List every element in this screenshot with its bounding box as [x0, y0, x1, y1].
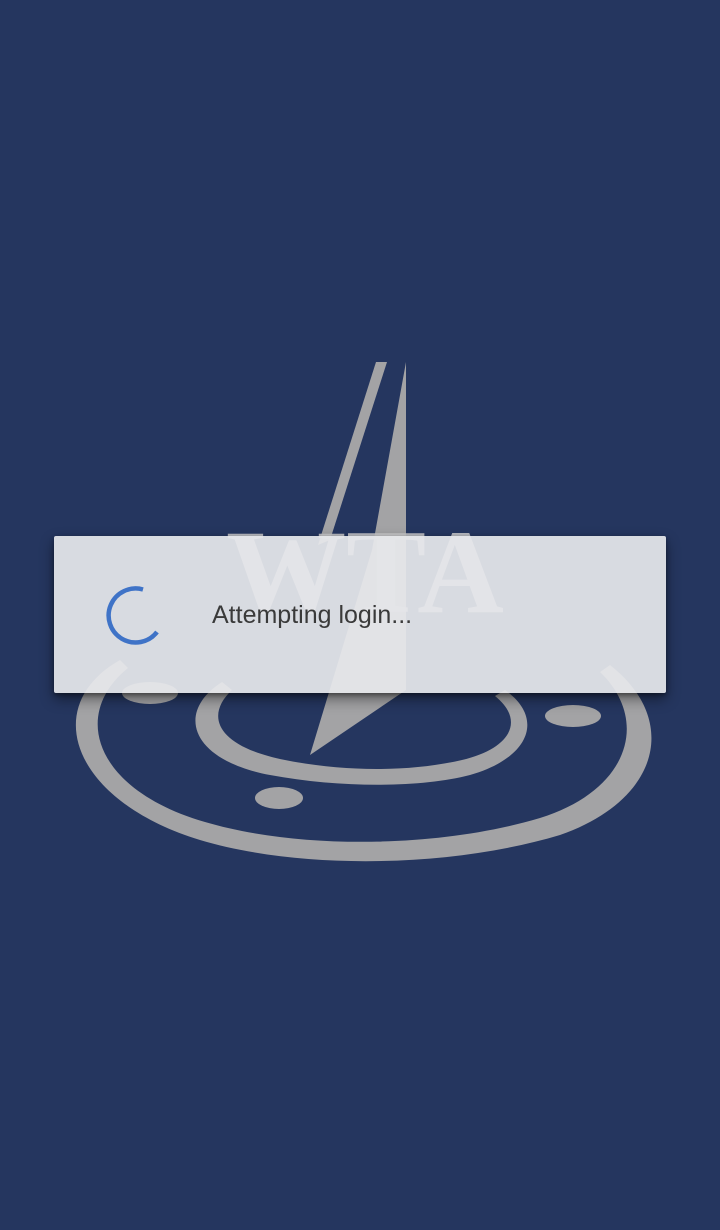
- progress-dialog: Attempting login...: [54, 536, 666, 693]
- logo-dot-right: [545, 705, 601, 727]
- app-screen: WTA Attempting login...: [0, 0, 720, 1230]
- logo-dot-bottom: [255, 787, 303, 809]
- dialog-message: Attempting login...: [212, 601, 413, 629]
- progress-spinner-icon: [106, 586, 159, 645]
